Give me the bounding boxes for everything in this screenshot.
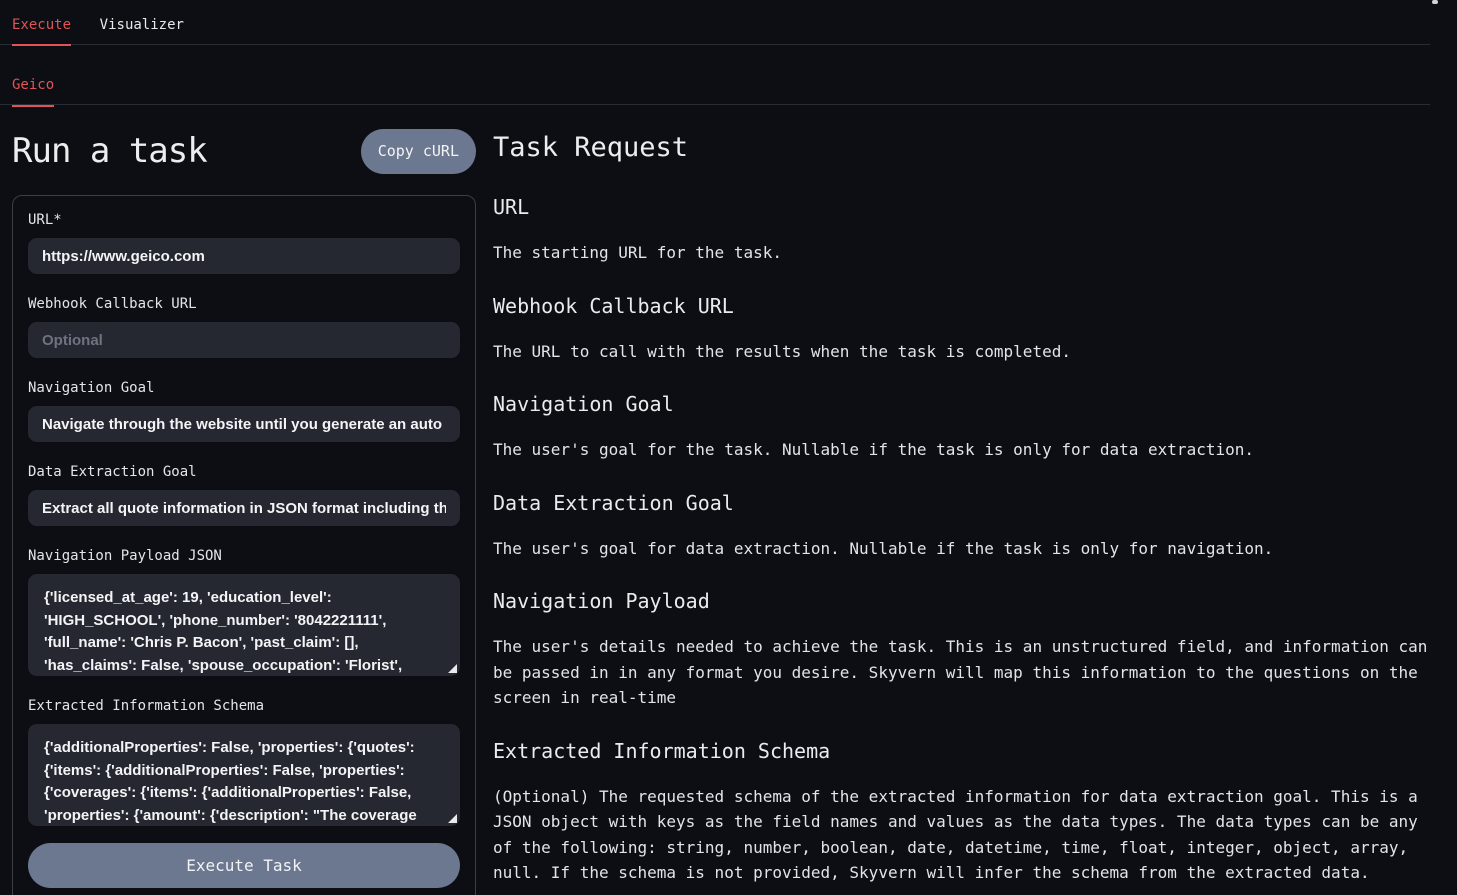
extracted-schema-textarea[interactable] xyxy=(28,724,460,826)
extracted-schema-wrapper xyxy=(28,724,460,826)
tab-execute[interactable]: Execute xyxy=(12,17,71,45)
doc-heading-webhook: Webhook Callback URL xyxy=(493,293,1431,319)
resize-grip-icon[interactable] xyxy=(448,814,457,823)
task-request-docs: Task Request URL The starting URL for th… xyxy=(493,105,1431,886)
data-extraction-goal-input[interactable] xyxy=(28,490,460,526)
navigation-goal-label: Navigation Goal xyxy=(28,380,460,397)
url-label: URL* xyxy=(28,212,460,229)
execute-task-button[interactable]: Execute Task xyxy=(28,843,460,888)
resize-grip-icon[interactable] xyxy=(448,664,457,673)
docs-title: Task Request xyxy=(493,132,1431,164)
doc-body-extracted-schema: (Optional) The requested schema of the e… xyxy=(493,784,1431,886)
tab-geico[interactable]: Geico xyxy=(12,77,54,106)
doc-heading-navigation-payload: Navigation Payload xyxy=(493,588,1431,614)
sub-tab-bar: Geico xyxy=(0,45,1430,105)
run-task-header: Run a task Copy cURL xyxy=(12,121,476,181)
doc-heading-url: URL xyxy=(493,194,1431,220)
doc-heading-navigation-goal: Navigation Goal xyxy=(493,391,1431,417)
doc-heading-extracted-schema: Extracted Information Schema xyxy=(493,738,1431,764)
page-title: Run a task xyxy=(12,131,207,171)
extracted-schema-label: Extracted Information Schema xyxy=(28,698,460,715)
webhook-input[interactable] xyxy=(28,322,460,358)
doc-body-webhook: The URL to call with the results when th… xyxy=(493,339,1431,365)
tab-visualizer[interactable]: Visualizer xyxy=(100,17,184,45)
doc-body-data-extraction-goal: The user's goal for data extraction. Nul… xyxy=(493,536,1431,562)
task-form-card: URL* Webhook Callback URL Navigation Goa… xyxy=(12,195,476,895)
navigation-payload-wrapper xyxy=(28,574,460,676)
copy-curl-button[interactable]: Copy cURL xyxy=(361,129,476,174)
scrollbar-thumb[interactable] xyxy=(1432,0,1438,4)
doc-body-navigation-payload: The user's details needed to achieve the… xyxy=(493,634,1431,711)
doc-body-url: The starting URL for the task. xyxy=(493,240,1431,266)
run-task-panel: Run a task Copy cURL URL* Webhook Callba… xyxy=(12,105,476,895)
url-input[interactable] xyxy=(28,238,460,274)
webhook-label: Webhook Callback URL xyxy=(28,296,460,313)
doc-heading-data-extraction-goal: Data Extraction Goal xyxy=(493,490,1431,516)
navigation-goal-input[interactable] xyxy=(28,406,460,442)
navigation-payload-textarea[interactable] xyxy=(28,574,460,676)
doc-body-navigation-goal: The user's goal for the task. Nullable i… xyxy=(493,437,1431,463)
data-extraction-goal-label: Data Extraction Goal xyxy=(28,464,460,481)
navigation-payload-label: Navigation Payload JSON xyxy=(28,548,460,565)
top-tab-bar: Execute Visualizer xyxy=(0,0,1430,45)
main-content: Run a task Copy cURL URL* Webhook Callba… xyxy=(0,105,1457,895)
